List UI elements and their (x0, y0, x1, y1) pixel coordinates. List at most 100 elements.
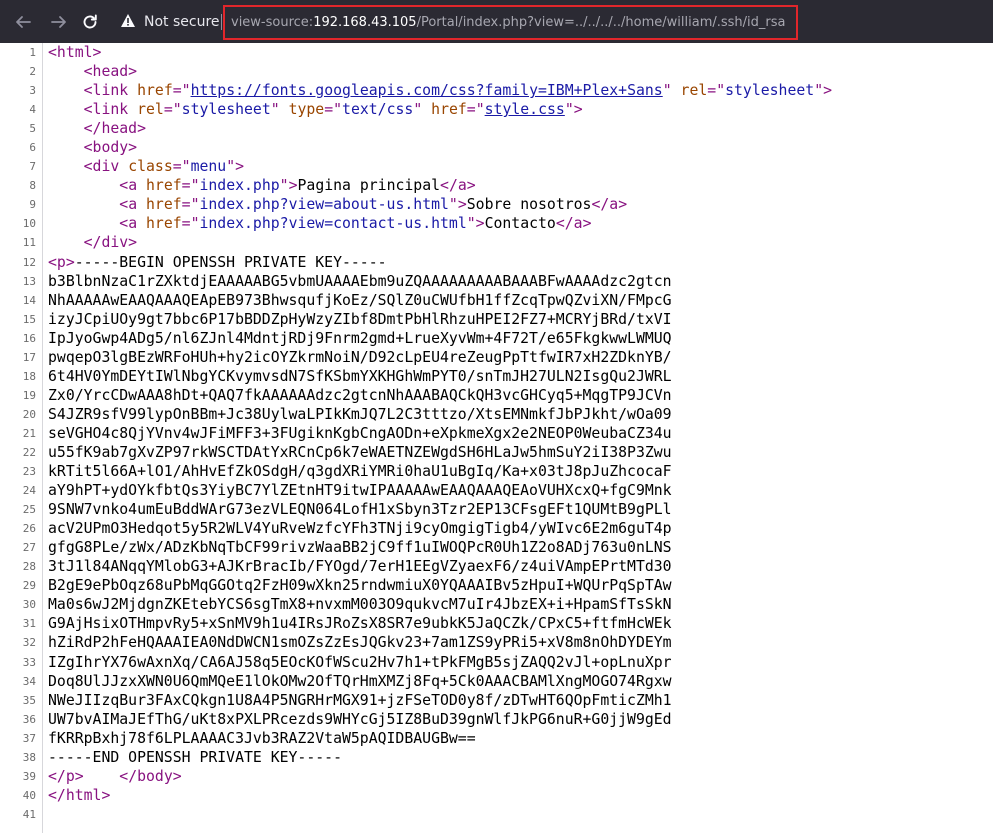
source-token: UW7bvAIMaJEfThG/uKt8xPXLPRcezds9WHYcGj5I… (48, 710, 672, 728)
source-token: Sobre nosotros (466, 196, 592, 214)
source-token (84, 768, 120, 785)
line-number: 4 (29, 103, 36, 117)
line-content: <div class="menu"> (48, 157, 244, 176)
forward-button[interactable] (48, 11, 70, 33)
warning-triangle-icon (120, 13, 136, 32)
source-token (48, 82, 84, 99)
line-number: 29 (22, 579, 36, 593)
line-content: UW7bvAIMaJEfThG/uKt8xPXLPRcezds9WHYcGj5I… (48, 710, 672, 729)
line-number: 40 (22, 788, 36, 802)
source-line: 14 NhAAAAAwEAAQAAAQEApEB973BhwsqufjKoEz/S… (0, 291, 993, 310)
source-token: " (413, 101, 432, 119)
source-token: =" (181, 196, 200, 214)
source-token: =" (181, 215, 200, 233)
line-content: NWeJIIzqBur3FAxCQkgn1U8A4P5NGRHrMGX91+jz… (48, 691, 672, 710)
reload-button[interactable] (79, 11, 101, 33)
source-line: 36 UW7bvAIMaJEfThG/uKt8xPXLPRcezds9WHYcGj… (0, 710, 993, 729)
line-number: 38 (22, 750, 36, 764)
toolbar-separator (221, 14, 222, 30)
source-token: </a> (591, 196, 628, 214)
line-content: 9SNW7vnko4umEuBddWArG73ezVLEQN064LofH1xS… (48, 500, 672, 519)
line-number: 39 (22, 769, 36, 783)
line-number: 25 (22, 503, 36, 517)
source-token: menu (190, 158, 227, 176)
source-token: <link (83, 101, 138, 119)
source-link[interactable]: https://fonts.googleapis.com/css?family=… (191, 82, 663, 99)
line-content: </p> </body> (48, 767, 182, 786)
source-line: 11 </div> (0, 233, 993, 252)
source-line: 40 </html> (0, 786, 993, 805)
source-token: "> (448, 196, 467, 214)
arrow-left-icon (14, 13, 32, 31)
line-number: 18 (22, 369, 36, 383)
source-token: " (270, 101, 289, 119)
source-link[interactable]: style.css (485, 101, 565, 118)
source-token (48, 120, 84, 137)
line-content: <a href="index.php?view=contact-us.html"… (48, 214, 592, 233)
line-number: 22 (22, 445, 36, 459)
site-security-indicator[interactable]: Not secure (120, 12, 220, 32)
line-number: 21 (22, 426, 36, 440)
source-token: S4JZR9sfV99lypOnBBm+Jc38UylwaLPIkKmJQ7L2… (48, 405, 672, 423)
source-token (48, 139, 84, 156)
line-number: 34 (22, 674, 36, 688)
source-token: href (146, 177, 182, 195)
source-token: <a (119, 177, 147, 195)
line-content: IZgIhrYX76wAxnXq/CA6AJ58q5EOcKOfWScu2Hv7… (48, 653, 672, 672)
source-token: <html> (48, 44, 102, 61)
source-line: 26 acV2UPmO3Hedqot5y5R2WLV4YuRveWzfcYFh3T… (0, 519, 993, 538)
line-number: 3 (29, 84, 36, 98)
source-token: href (431, 101, 467, 119)
source-token: text/css (342, 101, 414, 119)
source-line: 8 <a href="index.php">Pagina principal</… (0, 176, 993, 195)
source-token: 6t4HV0YmDEYtIWlNbgYCKvymvsdN7SfKSbmYXKHG… (48, 367, 672, 385)
source-token: </html> (48, 786, 111, 804)
source-token: <a (119, 196, 147, 214)
source-token (48, 101, 84, 118)
source-token: "> (814, 82, 833, 100)
line-content: <a href="index.php">Pagina principal</a> (48, 176, 475, 195)
source-token: fKRRpBxhj78f6LPLAAAAC3Jvb3RAZ2VtaW5pAQID… (48, 729, 476, 747)
source-token: href (146, 215, 182, 233)
source-token (48, 177, 119, 194)
line-number: 35 (22, 693, 36, 707)
source-token: G9AjHsixOTHmpvRy5+xSnMV9h1u4IRsJRoZsX8SR… (48, 615, 672, 633)
back-button[interactable] (12, 11, 34, 33)
source-line: 12 <p>-----BEGIN OPENSSH PRIVATE KEY----- (0, 253, 993, 272)
source-line: 1 <html> (0, 43, 993, 62)
arrow-right-icon (50, 13, 68, 31)
source-token: =" (163, 101, 182, 119)
address-bar[interactable]: view-source: 192.168.43.105/Portal/index.… (223, 5, 798, 40)
source-token (48, 215, 119, 232)
source-token (48, 234, 84, 251)
line-number: 32 (22, 636, 36, 650)
source-token: </a> (555, 215, 592, 233)
source-token: hZiRdP2hFeHQAAAIEA0NdDWCN1smOZsZzEsJQGkv… (48, 634, 672, 652)
source-token: index.php (199, 177, 280, 195)
source-line: 16 IpJyoGwp4ADg5/nl6ZJnl4MdntjRDj9Fnrm2gm… (0, 329, 993, 348)
source-token: </p> (48, 767, 84, 785)
source-line: 21 seVGHO4c8QjYVnv4wJFiMFF3+3FUgiknKgbCng… (0, 424, 993, 443)
line-number: 13 (22, 274, 36, 288)
source-token: "> (564, 101, 583, 119)
source-line: 15 izyJCpiUOy9gt7bbc6P17bBDDZpHyWzyZIbf8D… (0, 310, 993, 329)
line-content: Zx0/YrcCDwAAA8hDt+QAQ7fkAAAAAAdzc2gtcnNh… (48, 386, 672, 405)
source-token: izyJCpiUOy9gt7bbc6P17bBDDZpHyWzyZIbf8Dmt… (48, 310, 672, 328)
source-line: 31 G9AjHsixOTHmpvRy5+xSnMV9h1u4IRsJRoZsX8… (0, 614, 993, 633)
line-content: -----END OPENSSH PRIVATE KEY----- (48, 748, 342, 767)
source-line: 37 fKRRpBxhj78f6LPLAAAAC3Jvb3RAZ2VtaW5pAQ… (0, 729, 993, 748)
source-line: 22 u55fK9ab7gXvZP97rkWSCTDAtYxRCnCp6k7eWA… (0, 443, 993, 462)
line-number: 1 (29, 46, 36, 59)
source-token: <p> (48, 253, 75, 271)
source-token: </body> (119, 767, 182, 785)
line-number: 14 (22, 293, 36, 307)
line-content: b3BlbnNzaC1rZXktdjEAAAAABG5vbmUAAAAEbm9u… (48, 272, 672, 291)
source-token: B2gE9ePbOqz68uPbMqGGOtq2FzH09wXkn25rndwm… (48, 577, 672, 595)
source-token: href (137, 82, 173, 100)
line-content: Doq8UlJJzxXWN0U6QmMQeE1lOkOMw2OfTQrHmXMZ… (48, 672, 672, 691)
source-token: 3tJ1l84ANqqYMlobG3+AJKrBracIb/FYOgd/7erH… (48, 558, 672, 576)
line-content: acV2UPmO3Hedqot5y5R2WLV4YuRveWzfcYFh3TNj… (48, 519, 672, 538)
source-token (48, 63, 84, 80)
source-token: Pagina principal (297, 177, 441, 195)
source-token: =" (172, 82, 191, 100)
